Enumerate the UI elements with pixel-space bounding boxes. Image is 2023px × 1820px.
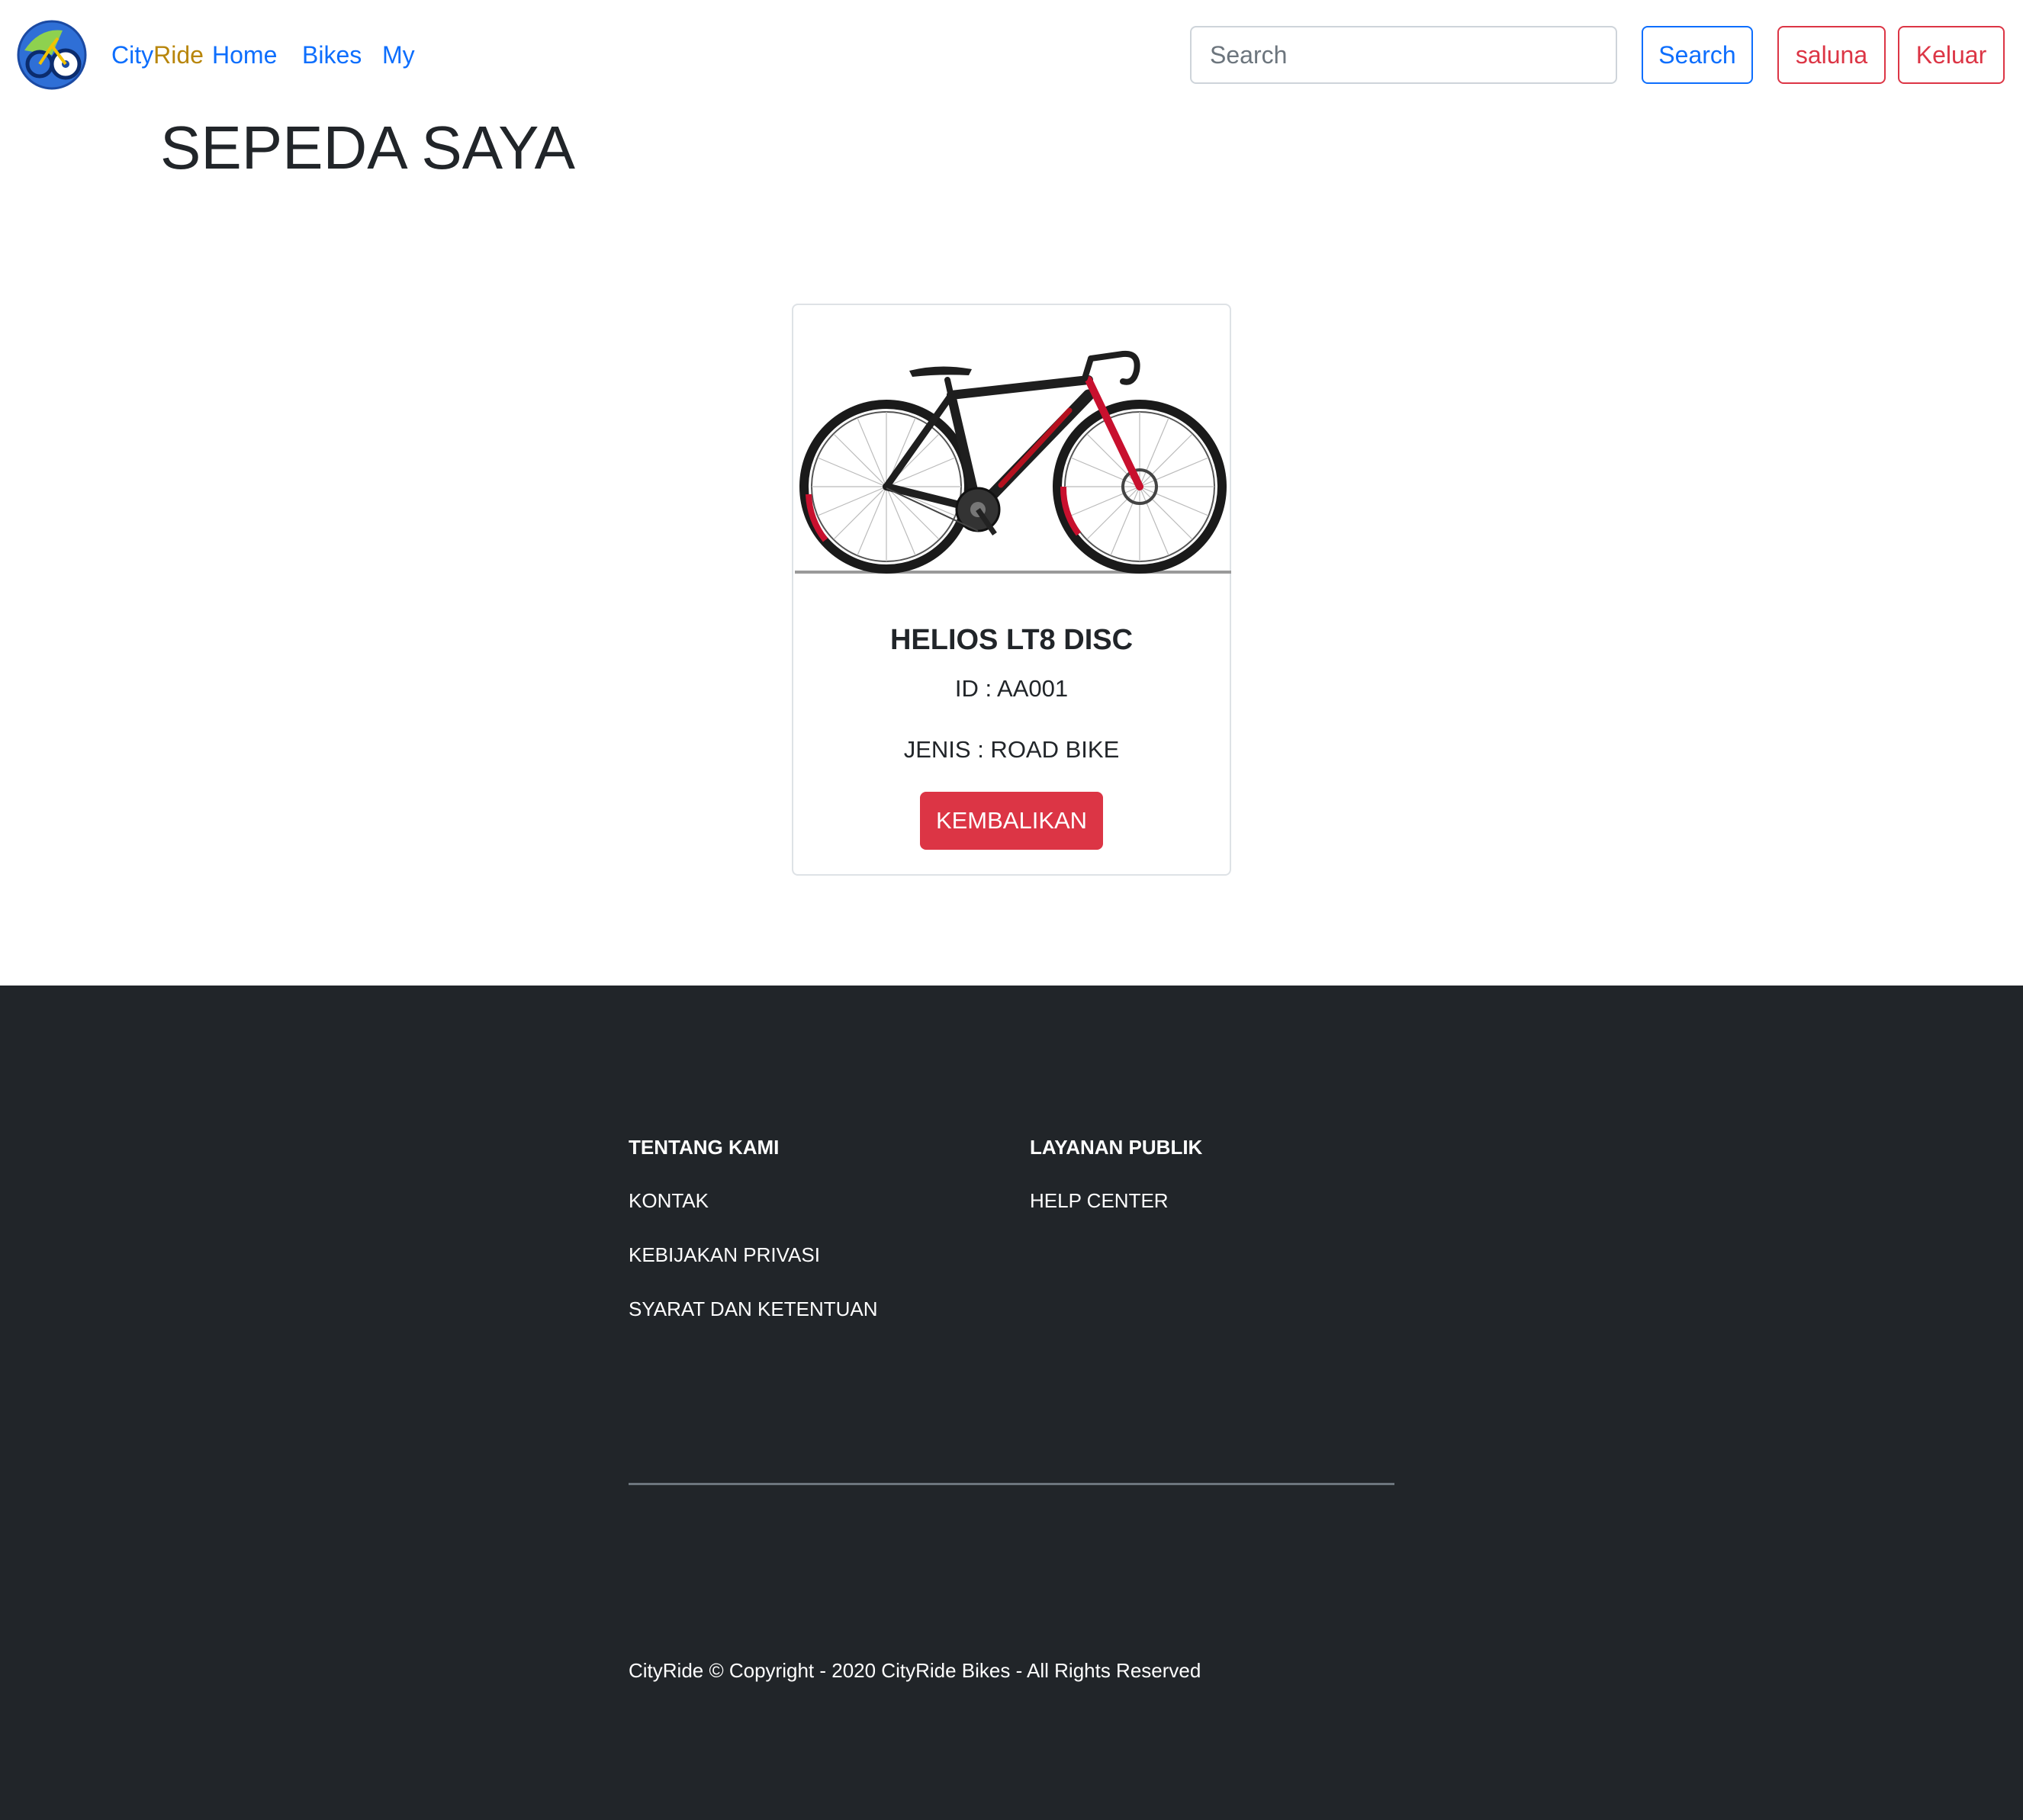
footer-heading-public-service: LAYANAN PUBLIK <box>1030 1136 1203 1159</box>
brand-city: City <box>111 41 154 69</box>
search-button[interactable]: Search <box>1642 26 1753 84</box>
cityride-logo-icon[interactable] <box>17 20 87 90</box>
footer-link-terms[interactable]: SYARAT DAN KETENTUAN <box>629 1295 878 1323</box>
return-bike-button[interactable]: KEMBALIKAN <box>920 792 1103 850</box>
brand-name[interactable]: CityRide <box>111 38 204 72</box>
navbar: CityRide Home Bikes My Search saluna Kel… <box>0 0 2023 111</box>
copyright-text: CityRide © Copyright - 2020 CityRide Bik… <box>629 1659 1201 1682</box>
footer-link-privacy[interactable]: KEBIJAKAN PRIVASI <box>629 1241 820 1269</box>
bike-type: JENIS : ROAD BIKE <box>903 736 1120 763</box>
logout-button[interactable]: Keluar <box>1898 26 2005 84</box>
road-bike-image <box>795 350 1231 574</box>
nav-home[interactable]: Home <box>212 38 277 72</box>
footer-heading-about: TENTANG KAMI <box>629 1136 780 1159</box>
search-input[interactable] <box>1190 26 1617 84</box>
page-title: SEPEDA SAYA <box>160 114 575 182</box>
bike-card: HELIOS LT8 DISC ID : AA001 JENIS : ROAD … <box>792 304 1231 876</box>
brand-ride: Ride <box>153 41 204 69</box>
footer-divider <box>629 1483 1394 1485</box>
nav-my[interactable]: My <box>382 38 415 72</box>
footer-link-contact[interactable]: KONTAK <box>629 1187 709 1214</box>
nav-bikes[interactable]: Bikes <box>302 38 362 72</box>
bike-name: HELIOS LT8 DISC <box>889 624 1134 656</box>
footer-link-help-center[interactable]: HELP CENTER <box>1030 1187 1169 1214</box>
user-button[interactable]: saluna <box>1777 26 1886 84</box>
footer: TENTANG KAMI KONTAK KEBIJAKAN PRIVASI SY… <box>0 986 2023 1820</box>
bike-id: ID : AA001 <box>954 675 1069 702</box>
